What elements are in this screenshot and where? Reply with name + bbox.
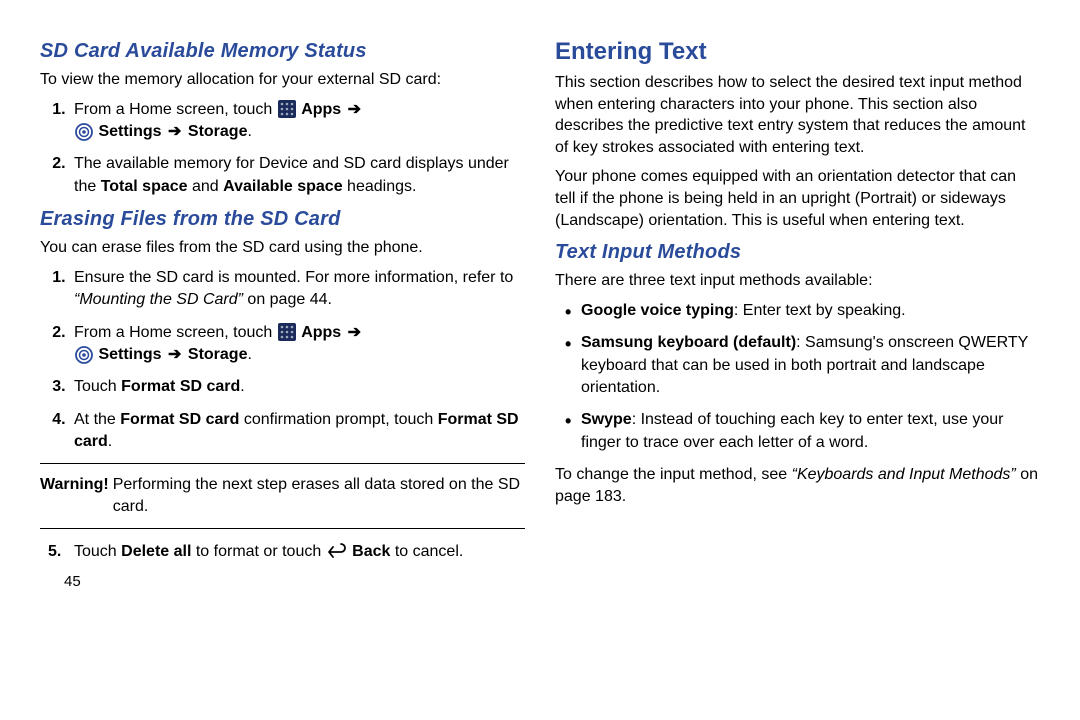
para-methods-intro: There are three text input methods avail… xyxy=(555,270,1040,292)
available-space: Available space xyxy=(223,178,342,195)
total-space: Total space xyxy=(101,178,188,195)
apps-grid-icon xyxy=(278,100,296,118)
erase-step-4: At the Format SD card confirmation promp… xyxy=(70,409,525,454)
step-text: to format or touch xyxy=(191,543,325,560)
format-sd: Format SD card xyxy=(120,411,239,428)
right-column: Entering Text This section describes how… xyxy=(555,30,1040,710)
heading-entering-text: Entering Text xyxy=(555,38,1040,66)
step-2: The available memory for Device and SD c… xyxy=(70,153,525,198)
erase-step-1: Ensure the SD card is mounted. For more … xyxy=(70,267,525,312)
settings-gear-icon xyxy=(75,346,93,364)
heading-erase-sd: Erasing Files from the SD Card xyxy=(40,208,525,231)
warning-label: Warning! xyxy=(40,474,113,517)
steps-sd-status: From a Home screen, touch Apps ➔ Setting… xyxy=(40,99,525,199)
step-text: . xyxy=(240,378,244,395)
intro-sd-status: To view the memory allocation for your e… xyxy=(40,69,525,91)
step-1: From a Home screen, touch Apps ➔ Setting… xyxy=(70,99,525,144)
method-swype: Swype: Instead of touching each key to e… xyxy=(579,409,1040,454)
method-name: Google voice typing xyxy=(581,302,734,319)
storage-label: Storage xyxy=(188,346,248,363)
step-text: Touch xyxy=(74,543,121,560)
xref-text: To change the input method, see xyxy=(555,466,792,483)
step-text: From a Home screen, touch xyxy=(74,324,277,341)
step-text: confirmation prompt, touch xyxy=(239,411,437,428)
erase-step-2: From a Home screen, touch Apps ➔ Setting… xyxy=(70,322,525,367)
method-desc: : Enter text by speaking. xyxy=(734,302,906,319)
intro-erase-sd: You can erase files from the SD card usi… xyxy=(40,237,525,259)
para-entering-1: This section describes how to select the… xyxy=(555,72,1040,158)
method-samsung-keyboard: Samsung keyboard (default): Samsung's on… xyxy=(579,332,1040,399)
back-label: Back xyxy=(352,543,390,560)
settings-gear-icon xyxy=(75,123,93,141)
method-google-voice: Google voice typing: Enter text by speak… xyxy=(579,300,1040,322)
method-name: Samsung keyboard (default) xyxy=(581,334,796,351)
page-number: 45 xyxy=(40,573,525,590)
step-text: At the xyxy=(74,411,120,428)
settings-label: Settings xyxy=(98,123,161,140)
xref-mounting: “Mounting the SD Card” xyxy=(74,291,243,308)
settings-label: Settings xyxy=(98,346,161,363)
step-text: Ensure the SD card is mounted. For more … xyxy=(74,269,513,286)
apps-label: Apps xyxy=(301,101,341,118)
arrow-icon: ➔ xyxy=(168,123,181,140)
erase-step-3: Touch Format SD card. xyxy=(70,376,525,398)
step-text: and xyxy=(188,178,224,195)
apps-label: Apps xyxy=(301,324,341,341)
step-text: . xyxy=(108,433,112,450)
back-arrow-icon xyxy=(327,543,347,559)
step-text: to cancel. xyxy=(390,543,463,560)
step-text: From a Home screen, touch xyxy=(74,101,277,118)
method-name: Swype xyxy=(581,411,632,428)
delete-all: Delete all xyxy=(121,543,191,560)
steps-erase-sd-continue: Touch Delete all to format or touch Back… xyxy=(40,541,525,563)
para-methods-xref: To change the input method, see “Keyboar… xyxy=(555,464,1040,507)
xref-keyboards: “Keyboards and Input Methods” xyxy=(792,466,1016,483)
storage-label: Storage xyxy=(188,123,248,140)
left-column: SD Card Available Memory Status To view … xyxy=(40,30,525,710)
warning-text: Performing the next step erases all data… xyxy=(113,474,525,517)
step-text: Touch xyxy=(74,378,121,395)
method-desc: : Instead of touching each key to enter … xyxy=(581,411,1003,450)
manual-page: SD Card Available Memory Status To view … xyxy=(0,0,1080,720)
input-methods-list: Google voice typing: Enter text by speak… xyxy=(555,300,1040,454)
arrow-icon: ➔ xyxy=(168,346,181,363)
warning-box: Warning! Performing the next step erases… xyxy=(40,463,525,528)
heading-input-methods: Text Input Methods xyxy=(555,241,1040,264)
erase-step-5: Touch Delete all to format or touch Back… xyxy=(70,541,525,563)
para-entering-2: Your phone comes equipped with an orient… xyxy=(555,166,1040,231)
step-text: headings. xyxy=(343,178,417,195)
arrow-icon: ➔ xyxy=(348,101,361,118)
apps-grid-icon xyxy=(278,323,296,341)
steps-erase-sd: Ensure the SD card is mounted. For more … xyxy=(40,267,525,454)
arrow-icon: ➔ xyxy=(348,324,361,341)
step-text: on page 44. xyxy=(243,291,332,308)
heading-sd-status: SD Card Available Memory Status xyxy=(40,40,525,63)
format-sd: Format SD card xyxy=(121,378,240,395)
